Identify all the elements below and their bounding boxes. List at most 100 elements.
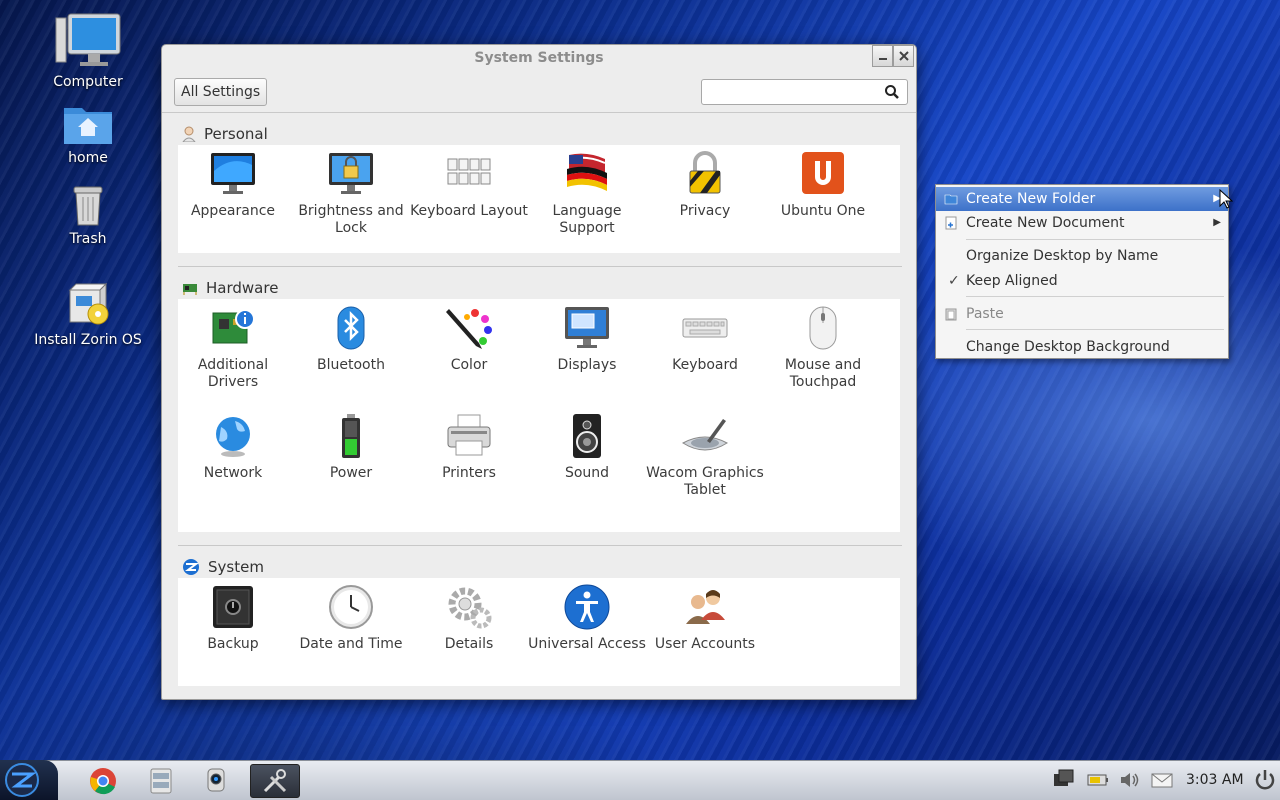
setting-backup[interactable]: Backup xyxy=(174,584,292,653)
menu-item-label: Organize Desktop by Name xyxy=(966,248,1159,264)
desktop-icon-trash[interactable]: Trash xyxy=(33,185,143,247)
privacy-padlock-icon xyxy=(689,151,721,194)
menu-item-create-folder[interactable]: Create New Folder ▶ xyxy=(936,187,1228,211)
setting-label: Bluetooth xyxy=(317,357,385,373)
setting-wacom-tablet[interactable]: Wacom Graphics Tablet xyxy=(646,413,764,499)
section-system-panel: Backup Date and Time Details Universal A… xyxy=(178,578,900,686)
mouse-icon xyxy=(809,306,837,350)
setting-additional-drivers[interactable]: Additional Drivers xyxy=(174,305,292,391)
workspace-icon[interactable] xyxy=(1052,768,1076,792)
menu-item-keep-aligned[interactable]: ✓ Keep Aligned xyxy=(936,269,1228,293)
setting-label: Ubuntu One xyxy=(780,203,866,219)
mail-icon[interactable] xyxy=(1150,768,1174,792)
checkmark-icon: ✓ xyxy=(948,273,960,289)
setting-label: Privacy xyxy=(679,203,731,219)
setting-keyboard[interactable]: Keyboard xyxy=(646,305,764,374)
window-titlebar[interactable]: System Settings xyxy=(162,45,916,73)
setting-label: Network xyxy=(203,465,263,481)
task-webcam[interactable] xyxy=(193,764,239,798)
all-settings-button[interactable]: All Settings xyxy=(174,78,268,106)
task-system-settings[interactable] xyxy=(250,764,300,798)
start-menu-button[interactable] xyxy=(0,760,58,800)
setting-sound[interactable]: Sound xyxy=(528,413,646,482)
setting-user-accounts[interactable]: User Accounts xyxy=(646,584,764,653)
setting-label: Details xyxy=(444,636,494,652)
setting-universal-access[interactable]: Universal Access xyxy=(528,584,646,653)
setting-keyboard-layout[interactable]: Keyboard Layout xyxy=(410,151,528,220)
setting-label: Wacom Graphics Tablet xyxy=(646,465,764,498)
setting-brightness-lock[interactable]: Brightness and Lock xyxy=(292,151,410,237)
setting-label: Color xyxy=(450,357,488,373)
setting-label: Keyboard xyxy=(672,357,738,373)
setting-bluetooth[interactable]: Bluetooth xyxy=(292,305,410,374)
hardware-chip-icon xyxy=(183,284,197,295)
setting-label: Date and Time xyxy=(299,636,403,652)
keyboard-icon xyxy=(682,318,728,338)
section-title: System xyxy=(208,558,264,576)
setting-label: Power xyxy=(329,465,373,481)
desktop-icon-home[interactable]: home xyxy=(33,102,143,166)
power-icon[interactable] xyxy=(1253,768,1277,792)
section-personal-panel: Appearance Brightness and Lock Keyboard … xyxy=(178,145,900,253)
desktop-icon-label: home xyxy=(68,150,108,166)
task-file-manager[interactable] xyxy=(138,764,184,798)
minimize-icon xyxy=(878,58,887,60)
battery-icon xyxy=(342,414,360,458)
setting-privacy[interactable]: Privacy xyxy=(646,151,764,220)
desktop-icon-install-zorin[interactable]: Install Zorin OS xyxy=(33,282,143,348)
setting-displays[interactable]: Displays xyxy=(528,305,646,374)
menu-item-label: Paste xyxy=(966,306,1004,322)
setting-label: Sound xyxy=(564,465,610,481)
appearance-icon xyxy=(211,153,255,194)
setting-power[interactable]: Power xyxy=(292,413,410,482)
setting-appearance[interactable]: Appearance xyxy=(174,151,292,220)
task-chrome[interactable] xyxy=(80,764,126,798)
system-settings-icon xyxy=(263,769,287,793)
speaker-icon xyxy=(573,414,601,458)
minimize-button[interactable] xyxy=(872,45,893,67)
menu-item-change-background[interactable]: Change Desktop Background xyxy=(936,335,1228,359)
setting-network[interactable]: Network xyxy=(174,413,292,482)
backup-safe-icon xyxy=(213,586,253,628)
setting-printers[interactable]: Printers xyxy=(410,413,528,482)
menu-item-create-document[interactable]: Create New Document ▶ xyxy=(936,211,1228,235)
trash-icon xyxy=(73,186,103,226)
setting-color[interactable]: Color xyxy=(410,305,528,374)
accessibility-icon xyxy=(564,584,610,630)
menu-item-paste[interactable]: Paste xyxy=(936,302,1228,326)
color-palette-icon xyxy=(446,309,492,349)
gears-icon xyxy=(448,587,492,629)
setting-details[interactable]: Details xyxy=(410,584,528,653)
ubuntu-one-icon xyxy=(802,152,844,194)
menu-item-organize-by-name[interactable]: Organize Desktop by Name xyxy=(936,244,1228,268)
menu-item-label: Create New Document xyxy=(966,215,1125,231)
panel-clock[interactable]: 3:03 AM xyxy=(1186,772,1244,788)
setting-label: Universal Access xyxy=(528,636,646,652)
desktop-icon-label: Install Zorin OS xyxy=(34,332,142,348)
search-box[interactable] xyxy=(701,79,908,105)
section-personal-header: Personal xyxy=(182,123,268,145)
new-document-icon xyxy=(945,216,957,230)
desktop-context-menu: Create New Folder ▶ Create New Document … xyxy=(935,184,1229,359)
setting-language-support[interactable]: Language Support xyxy=(528,151,646,237)
setting-date-time[interactable]: Date and Time xyxy=(292,584,410,653)
section-hardware-panel: Additional Drivers Bluetooth Color Displ… xyxy=(178,299,900,532)
paste-icon xyxy=(945,308,957,321)
setting-label: Keyboard Layout xyxy=(410,203,528,219)
desktop-icon-computer[interactable]: Computer xyxy=(33,12,143,90)
window-title: System Settings xyxy=(474,50,604,66)
users-icon xyxy=(686,590,725,624)
search-input[interactable] xyxy=(706,81,876,103)
zorin-menu-icon xyxy=(5,763,39,797)
volume-icon[interactable] xyxy=(1118,768,1142,792)
setting-label: Displays xyxy=(557,357,617,373)
setting-ubuntu-one[interactable]: Ubuntu One xyxy=(764,151,882,220)
battery-icon[interactable] xyxy=(1086,768,1110,792)
printer-icon xyxy=(447,414,491,456)
setting-mouse-touchpad[interactable]: Mouse and Touchpad xyxy=(764,305,882,391)
window-toolbar: All Settings xyxy=(162,73,916,113)
close-button[interactable] xyxy=(893,45,914,67)
setting-label: Backup xyxy=(207,636,259,652)
keyboard-layout-icon xyxy=(447,158,491,185)
bluetooth-icon xyxy=(337,306,365,350)
